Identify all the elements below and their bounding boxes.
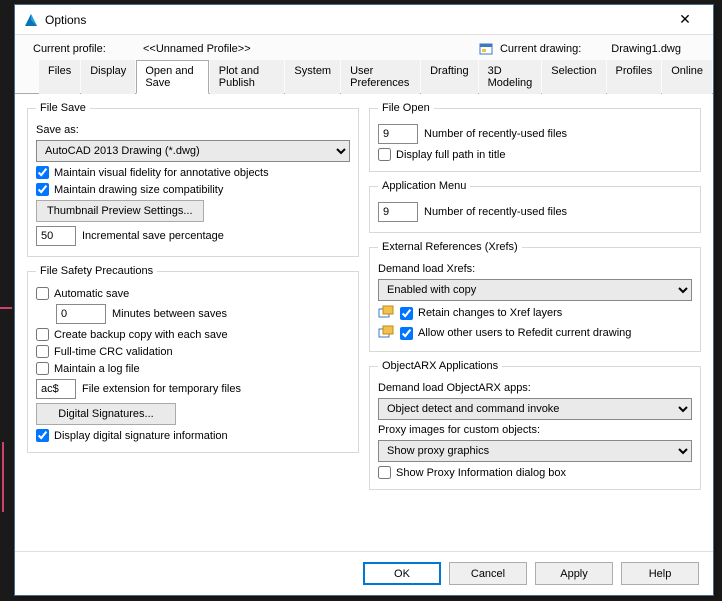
dialog-buttons: OK Cancel Apply Help [15, 551, 713, 595]
tab-drafting[interactable]: Drafting [421, 60, 478, 94]
demand-load-xrefs-dropdown[interactable]: Enabled with copy [378, 279, 692, 301]
tab-system[interactable]: System [285, 60, 340, 94]
ok-button[interactable]: OK [363, 562, 441, 585]
demand-load-xrefs-label: Demand load Xrefs: [378, 263, 475, 275]
current-drawing-value: Drawing1.dwg [611, 43, 681, 55]
right-column: File Open Number of recently-used files … [369, 102, 701, 543]
tab-display[interactable]: Display [81, 60, 135, 94]
tab-files[interactable]: Files [39, 60, 80, 94]
xref-layers-icon [378, 305, 394, 321]
proxy-images-label: Proxy images for custom objects: [378, 424, 540, 436]
profile-row: Current profile: <<Unnamed Profile>> Cur… [15, 35, 713, 59]
full-path-in-title-checkbox[interactable]: Display full path in title [378, 148, 505, 161]
temp-file-extension-input[interactable] [36, 379, 76, 399]
digital-signatures-button[interactable]: Digital Signatures... [36, 403, 176, 425]
options-dialog: Options ✕ Current profile: <<Unnamed Pro… [14, 4, 714, 596]
close-button[interactable]: ✕ [665, 11, 705, 28]
backdrop-line [0, 307, 12, 309]
minutes-between-saves-input[interactable] [56, 304, 106, 324]
display-digital-signature-checkbox[interactable]: Display digital signature information [36, 429, 228, 442]
left-column: File Save Save as: AutoCAD 2013 Drawing … [27, 102, 359, 543]
incremental-save-label: Incremental save percentage [82, 230, 224, 242]
tab-strip: Files Display Open and Save Plot and Pub… [15, 59, 713, 94]
demand-load-arx-label: Demand load ObjectARX apps: [378, 382, 531, 394]
show-proxy-info-checkbox[interactable]: Show Proxy Information dialog box [378, 466, 566, 479]
incremental-save-input[interactable] [36, 226, 76, 246]
objectarx-group: ObjectARX Applications Demand load Objec… [369, 360, 701, 490]
retain-xref-changes-checkbox[interactable]: Retain changes to Xref layers [400, 307, 562, 320]
automatic-save-checkbox[interactable]: Automatic save [36, 287, 129, 300]
allow-refedit-checkbox[interactable]: Allow other users to Refedit current dra… [400, 327, 631, 340]
maintain-visual-checkbox[interactable]: Maintain visual fidelity for annotative … [36, 166, 269, 179]
tab-plot-and-publish[interactable]: Plot and Publish [210, 60, 285, 94]
drawing-icon [478, 41, 494, 57]
tab-open-and-save[interactable]: Open and Save [136, 60, 208, 94]
tab-user-preferences[interactable]: User Preferences [341, 60, 420, 94]
thumbnail-preview-button[interactable]: Thumbnail Preview Settings... [36, 200, 204, 222]
tab-3d-modeling[interactable]: 3D Modeling [479, 60, 542, 94]
cancel-button[interactable]: Cancel [449, 562, 527, 585]
current-profile-value: <<Unnamed Profile>> [143, 43, 323, 55]
file-open-recent-label: Number of recently-used files [424, 128, 567, 140]
create-backup-checkbox[interactable]: Create backup copy with each save [36, 328, 228, 341]
file-safety-legend: File Safety Precautions [36, 265, 157, 277]
refedit-icon [378, 325, 394, 341]
help-button[interactable]: Help [621, 562, 699, 585]
proxy-images-dropdown[interactable]: Show proxy graphics [378, 440, 692, 462]
window-title: Options [45, 13, 665, 27]
titlebar: Options ✕ [15, 5, 713, 35]
file-open-recent-input[interactable] [378, 124, 418, 144]
maintain-size-checkbox[interactable]: Maintain drawing size compatibility [36, 183, 223, 196]
objectarx-legend: ObjectARX Applications [378, 360, 502, 372]
file-open-legend: File Open [378, 102, 434, 114]
file-save-group: File Save Save as: AutoCAD 2013 Drawing … [27, 102, 359, 257]
backdrop-line [2, 442, 4, 512]
app-icon [23, 12, 39, 28]
demand-load-arx-dropdown[interactable]: Object detect and command invoke [378, 398, 692, 420]
external-references-group: External References (Xrefs) Demand load … [369, 241, 701, 352]
save-as-dropdown[interactable]: AutoCAD 2013 Drawing (*.dwg) [36, 140, 350, 162]
file-save-legend: File Save [36, 102, 90, 114]
application-menu-group: Application Menu Number of recently-used… [369, 180, 701, 233]
tab-online[interactable]: Online [662, 60, 712, 94]
app-menu-recent-label: Number of recently-used files [424, 206, 567, 218]
file-open-group: File Open Number of recently-used files … [369, 102, 701, 172]
current-drawing-label: Current drawing: [500, 43, 581, 55]
content-area: File Save Save as: AutoCAD 2013 Drawing … [15, 94, 713, 551]
current-profile-label: Current profile: [33, 43, 143, 55]
external-references-legend: External References (Xrefs) [378, 241, 522, 253]
application-menu-legend: Application Menu [378, 180, 470, 192]
apply-button[interactable]: Apply [535, 562, 613, 585]
app-menu-recent-input[interactable] [378, 202, 418, 222]
tab-selection[interactable]: Selection [542, 60, 605, 94]
minutes-between-saves-label: Minutes between saves [112, 308, 227, 320]
tab-profiles[interactable]: Profiles [607, 60, 662, 94]
save-as-label: Save as: [36, 124, 79, 136]
file-safety-group: File Safety Precautions Automatic save M… [27, 265, 359, 453]
maintain-log-file-checkbox[interactable]: Maintain a log file [36, 362, 140, 375]
crc-validation-checkbox[interactable]: Full-time CRC validation [36, 345, 173, 358]
temp-file-extension-label: File extension for temporary files [82, 383, 241, 395]
